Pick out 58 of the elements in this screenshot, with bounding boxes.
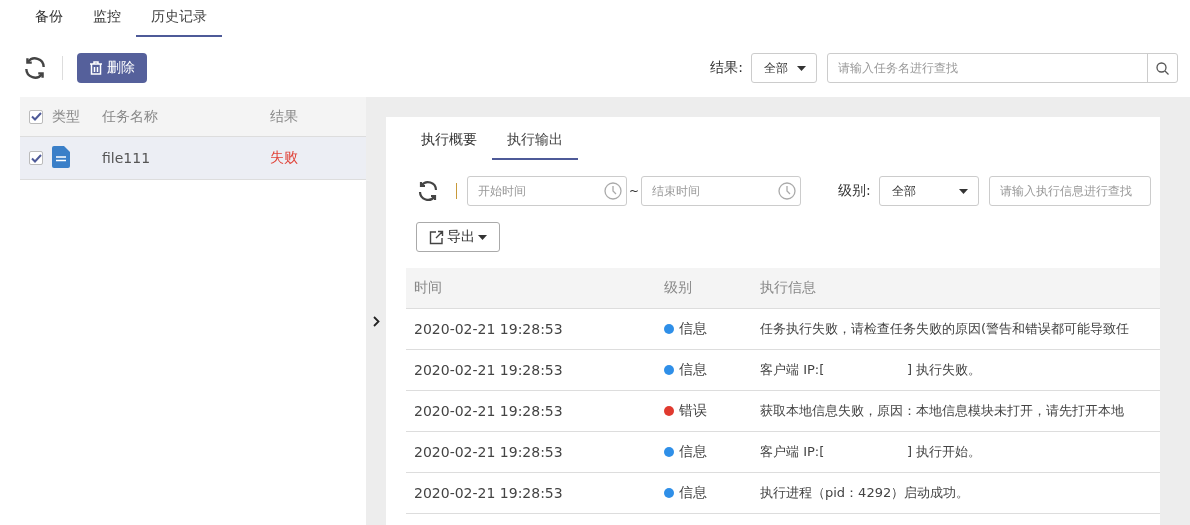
log-level: 信息 [679,443,708,461]
log-time: 2020-02-21 19:28:53 [414,403,564,419]
column-header: 执行信息 [760,279,817,297]
clock-icon [778,182,797,200]
document-icon [52,145,70,168]
log-level: 信息 [679,361,708,379]
log-message: 客户端 IP:[ ] 执行失败。 [760,361,983,379]
tab[interactable]: 历史记录 [136,0,222,37]
column-header: 类型 [52,107,81,126]
start-time-field[interactable]: 开始时间 [468,177,604,205]
task-search-field[interactable]: 请输入任务名进行查找 [828,54,1147,82]
task-search-box[interactable]: 请输入任务名进行查找 [827,53,1178,83]
level-label: 级别: [838,182,871,200]
select-all-checkbox[interactable] [29,109,43,124]
result-dropdown[interactable]: 全部 [751,53,817,83]
caret-icon [958,188,968,194]
tab[interactable]: 执行概要 [406,123,492,160]
export-icon [429,229,444,245]
column-header: 结果 [270,107,299,126]
delete-button[interactable]: 删除 [77,53,147,83]
refresh-icon[interactable] [22,55,48,81]
tab[interactable]: 执行输出 [492,123,578,160]
caret-icon [478,234,487,240]
trash-icon [89,61,103,75]
check-icon [30,112,42,121]
end-time-box[interactable]: 结束时间 [641,176,802,206]
caret-icon [797,65,806,71]
task-row[interactable]: file111 失败 [20,137,366,180]
log-time: 2020-02-21 19:28:53 [414,321,564,337]
refresh-icon[interactable] [416,179,440,203]
result-label: 结果: [710,59,743,77]
column-header: 级别 [664,279,693,297]
log-time: 2020-02-21 19:28:53 [414,444,564,460]
range-separator: ~ [629,184,640,198]
log-message: 执行进程（pid：4292）启动成功。 [760,484,971,502]
log-level: 信息 [679,484,708,502]
export-button[interactable]: 导出 [416,222,500,252]
task-result: 失败 [270,149,299,167]
log-time: 2020-02-21 19:28:53 [414,362,564,378]
search-icon[interactable] [1156,61,1169,75]
column-header: 时间 [414,279,443,297]
log-message: 客户端 IP:[ ] 执行开始。 [760,443,983,461]
tab[interactable]: 备份 [20,0,78,37]
column-header: 任务名称 [102,107,159,126]
level-dropdown[interactable]: 全部 [878,176,979,206]
tab[interactable]: 监控 [78,0,136,37]
log-time: 2020-02-21 19:28:53 [414,485,564,501]
start-time-box[interactable]: 开始时间 [467,176,627,206]
check-icon [30,153,42,163]
task-name: file111 [102,150,152,166]
log-message: 任务执行失败，请检查任务失败的原因(警告和错误都可能导致任 [760,320,1131,338]
row-checkbox[interactable] [29,151,43,165]
log-level: 错误 [679,402,708,420]
log-message: 获取本地信息失败，原因：本地信息模块未打开，请先打开本地 [760,402,1125,420]
log-level: 信息 [679,320,708,338]
end-time-field[interactable]: 结束时间 [642,177,779,205]
chevron-right-icon[interactable] [372,315,380,327]
clock-icon [604,182,622,200]
